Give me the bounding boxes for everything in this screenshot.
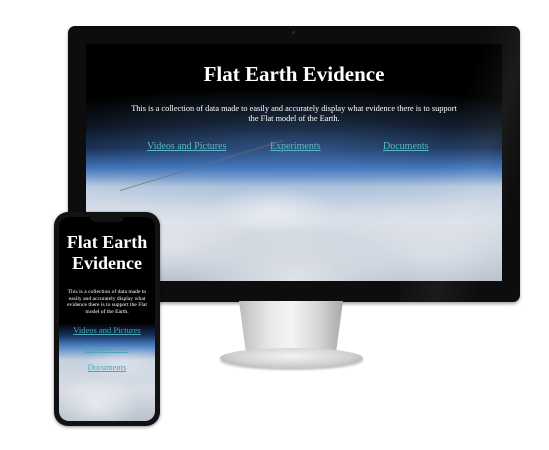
mobile-page-title: Flat Earth Evidence [59,232,155,274]
mobile-screen: Flat Earth Evidence This is a collection… [59,217,155,421]
monitor-stand-neck [239,301,343,355]
intro-text: This is a collection of data made to eas… [131,104,457,123]
mobile-nav-link-videos-and-pictures[interactable]: Videos and Pictures [59,325,155,335]
nav-link-videos-and-pictures[interactable]: Videos and Pictures [147,141,226,152]
nav-link-documents[interactable]: Documents [383,141,429,152]
mobile-title-line-1: Flat Earth [66,232,148,252]
monitor-stand-base [220,348,363,368]
phone-notch [90,216,124,222]
mobile-phone: Flat Earth Evidence This is a collection… [54,212,160,426]
mobile-title-line-2: Evidence [72,253,142,273]
camera-dot-icon [292,31,295,34]
mobile-nav-link-documents[interactable]: Documents [59,362,155,372]
page-title: Flat Earth Evidence [203,62,385,86]
mobile-nav-link-experiments[interactable]: Experiments [59,343,155,353]
mobile-intro-text: This is a collection of data made to eas… [67,289,147,315]
